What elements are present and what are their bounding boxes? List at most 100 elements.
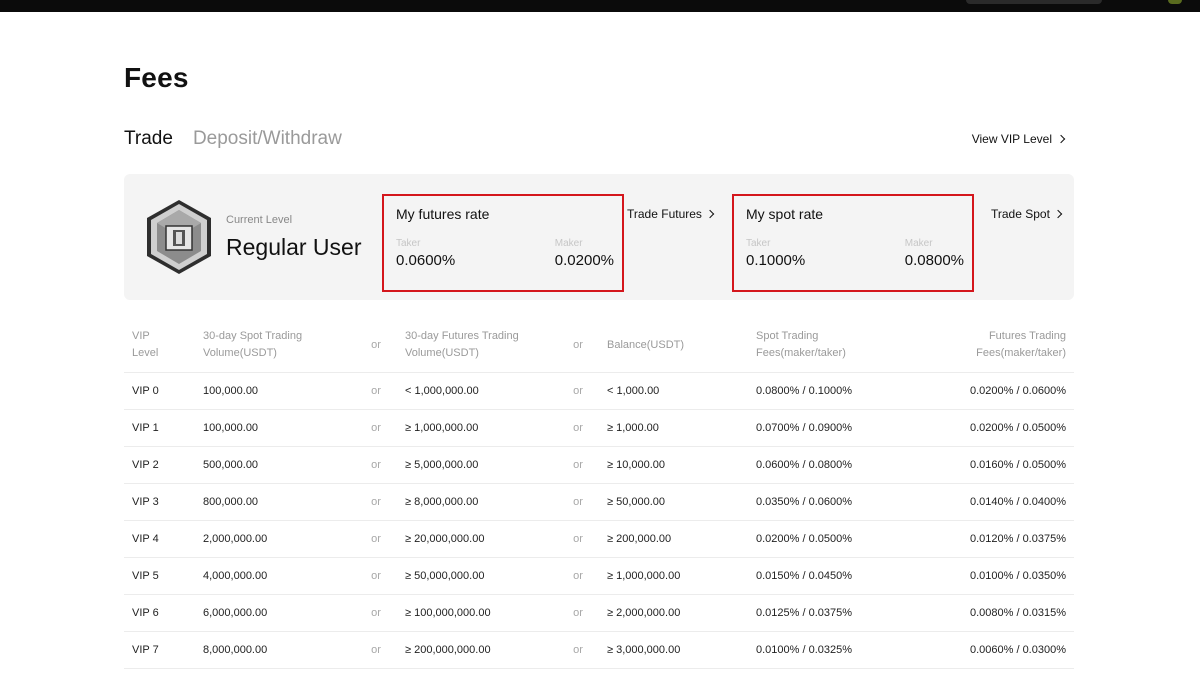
futures-taker: Taker 0.0600%: [396, 238, 455, 269]
cell-or: or: [355, 557, 397, 595]
cell-or: or: [557, 520, 599, 558]
cell-or: or: [355, 409, 397, 447]
table-row: VIP 7 8,000,000.00 or ≥ 200,000,000.00 o…: [124, 631, 1074, 669]
spot-taker-label: Taker: [746, 238, 771, 249]
cell-futures-volume: < 1,000,000.00: [397, 372, 557, 410]
cell-futures-volume: ≥ 5,000,000.00: [397, 446, 557, 484]
futures-maker: Maker 0.0200%: [555, 238, 614, 269]
spot-maker-label: Maker: [904, 238, 933, 249]
cell-futures-fees: 0.0100% / 0.0350%: [908, 557, 1074, 595]
trade-futures-link[interactable]: Trade Futures: [627, 207, 715, 221]
spot-maker-value: 0.0800%: [904, 252, 964, 269]
fee-tabs: Trade Deposit/Withdraw: [124, 128, 342, 150]
cell-or: or: [355, 594, 397, 632]
futures-taker-value: 0.0600%: [396, 252, 456, 269]
spot-rate-card: My spot rate Taker 0.1000% Maker 0.0800%: [732, 194, 974, 292]
cell-spot-fees: 0.0700% / 0.0900%: [748, 409, 908, 447]
cell-spot-volume: 500,000.00: [195, 446, 355, 484]
cell-or: or: [557, 631, 599, 669]
cell-or: or: [557, 446, 599, 484]
futures-taker-label: Taker: [396, 238, 421, 249]
header-vip-level: VIP Level: [124, 322, 195, 373]
cell-futures-fees: 0.0200% / 0.0500%: [908, 409, 1074, 447]
cell-or: or: [557, 594, 599, 632]
cell-balance: ≥ 10,000.00: [599, 446, 748, 484]
cell-or: or: [355, 372, 397, 410]
cell-futures-fees: 0.0060% / 0.0300%: [908, 631, 1074, 669]
cell-futures-volume: ≥ 100,000,000.00: [397, 594, 557, 632]
trade-spot-label: Trade Spot: [991, 207, 1050, 221]
vip-badge-icon: [147, 200, 211, 274]
cell-futures-volume: ≥ 1,000,000.00: [397, 409, 557, 447]
cell-spot-volume: 800,000.00: [195, 483, 355, 521]
table-row: VIP 6 6,000,000.00 or ≥ 100,000,000.00 o…: [124, 594, 1074, 632]
cell-spot-fees: 0.0800% / 0.1000%: [748, 372, 908, 410]
cell-spot-volume: 4,000,000.00: [195, 557, 355, 595]
cell-balance: ≥ 200,000.00: [599, 520, 748, 558]
cell-balance: ≥ 1,000,000.00: [599, 557, 748, 595]
spot-taker-value: 0.1000%: [746, 252, 806, 269]
cell-spot-fees: 0.0100% / 0.0325%: [748, 631, 908, 669]
cell-or: or: [355, 520, 397, 558]
cell-balance: < 1,000.00: [599, 372, 748, 410]
cell-or: or: [355, 483, 397, 521]
spot-rate-title: My spot rate: [746, 206, 824, 222]
view-vip-level-link[interactable]: View VIP Level: [971, 132, 1066, 146]
table-row: VIP 4 2,000,000.00 or ≥ 20,000,000.00 or…: [124, 520, 1074, 558]
current-level-panel: Current Level Regular User My futures ra…: [124, 174, 1074, 300]
cell-futures-volume: ≥ 200,000,000.00: [397, 631, 557, 669]
cell-futures-volume: ≥ 50,000,000.00: [397, 557, 557, 595]
cell-or: or: [355, 446, 397, 484]
header-balance: Balance(USDT): [599, 322, 748, 373]
table-row: VIP 1 100,000.00 or ≥ 1,000,000.00 or ≥ …: [124, 409, 1074, 447]
spot-taker: Taker 0.1000%: [746, 238, 805, 269]
cell-futures-fees: 0.0160% / 0.0500%: [908, 446, 1074, 484]
tab-deposit-withdraw[interactable]: Deposit/Withdraw: [193, 128, 342, 150]
trade-futures-label: Trade Futures: [627, 207, 702, 221]
vip-fee-table: VIP Level 30-day Spot Trading Volume(USDT)…: [124, 322, 1074, 669]
cell-level: VIP 7: [124, 631, 195, 669]
view-vip-level-label: View VIP Level: [971, 132, 1052, 146]
cell-spot-volume: 100,000.00: [195, 409, 355, 447]
spot-maker: Maker 0.0800%: [905, 238, 964, 269]
cell-futures-fees: 0.0080% / 0.0315%: [908, 594, 1074, 632]
cell-futures-volume: ≥ 8,000,000.00: [397, 483, 557, 521]
cell-level: VIP 5: [124, 557, 195, 595]
tab-trade[interactable]: Trade: [124, 128, 173, 150]
cell-balance: ≥ 50,000.00: [599, 483, 748, 521]
futures-maker-label: Maker: [554, 238, 583, 249]
cell-spot-fees: 0.0150% / 0.0450%: [748, 557, 908, 595]
cell-balance: ≥ 3,000,000.00: [599, 631, 748, 669]
cell-spot-fees: 0.0600% / 0.0800%: [748, 446, 908, 484]
chevron-right-icon: [1056, 134, 1066, 144]
current-level-value: Regular User: [226, 234, 362, 260]
cell-or: or: [557, 409, 599, 447]
cell-futures-fees: 0.0200% / 0.0600%: [908, 372, 1074, 410]
cell-or: or: [557, 483, 599, 521]
futures-rate-title: My futures rate: [396, 206, 490, 222]
futures-rate-card: My futures rate Taker 0.0600% Maker 0.02…: [382, 194, 624, 292]
page-title: Fees: [124, 62, 189, 93]
nav-search-bar[interactable]: [966, 0, 1102, 4]
table-row: VIP 3 800,000.00 or ≥ 8,000,000.00 or ≥ …: [124, 483, 1074, 521]
cell-or: or: [557, 372, 599, 410]
trade-spot-link[interactable]: Trade Spot: [991, 207, 1063, 221]
chevron-right-icon: [705, 209, 715, 219]
header-futures-volume: 30-day Futures Trading Volume(USDT): [397, 322, 557, 373]
cell-spot-fees: 0.0200% / 0.0500%: [748, 520, 908, 558]
top-nav-bar: [0, 0, 1200, 12]
cell-level: VIP 4: [124, 520, 195, 558]
cell-futures-fees: 0.0140% / 0.0400%: [908, 483, 1074, 521]
chevron-right-icon: [1053, 209, 1063, 219]
nav-avatar[interactable]: [1168, 0, 1182, 4]
cell-spot-volume: 6,000,000.00: [195, 594, 355, 632]
cell-spot-volume: 8,000,000.00: [195, 631, 355, 669]
cell-spot-fees: 0.0125% / 0.0375%: [748, 594, 908, 632]
header-spot-volume: 30-day Spot Trading Volume(USDT): [195, 322, 355, 373]
cell-futures-fees: 0.0120% / 0.0375%: [908, 520, 1074, 558]
cell-level: VIP 3: [124, 483, 195, 521]
cell-or: or: [355, 631, 397, 669]
table-row: VIP 5 4,000,000.00 or ≥ 50,000,000.00 or…: [124, 557, 1074, 595]
cell-spot-fees: 0.0350% / 0.0600%: [748, 483, 908, 521]
futures-maker-value: 0.0200%: [554, 252, 614, 269]
